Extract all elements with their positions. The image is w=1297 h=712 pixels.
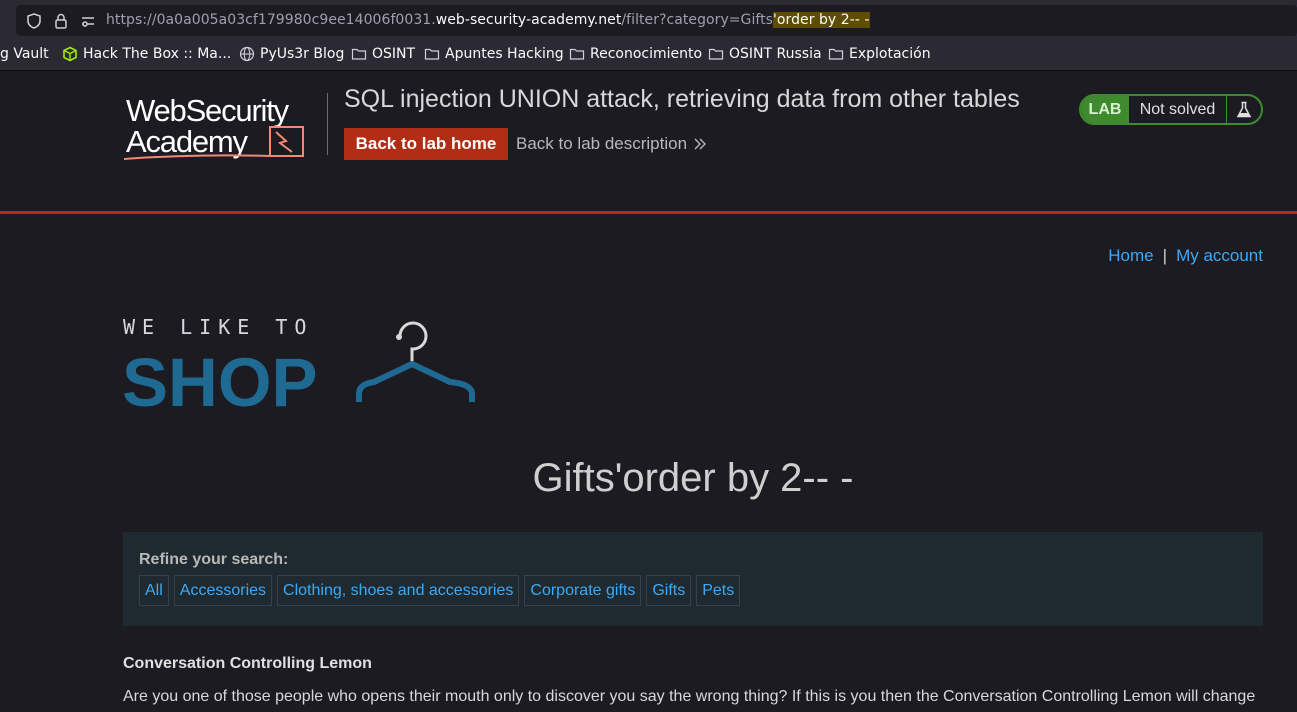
logo-divider (327, 93, 328, 155)
folder-icon (351, 48, 367, 60)
nav-separator: | (1162, 246, 1168, 265)
bookmark-label: g Vault (0, 46, 49, 62)
category-filter-pets[interactable]: Pets (696, 575, 741, 606)
shop-top-nav: Home | My account (1108, 246, 1263, 266)
double-chevron-right-icon (694, 138, 707, 150)
url-highlight: 'order by 2-- - (773, 12, 870, 28)
bookmark-label: Explotación (849, 46, 931, 62)
nav-my-account-link[interactable]: My account (1176, 246, 1263, 265)
bookmark-folder-apuntes-hacking[interactable]: Apuntes Hacking (424, 46, 564, 62)
url-text[interactable]: https://0a0a005a03cf179980c9ee14006f0031… (106, 12, 870, 28)
globe-icon (239, 46, 255, 62)
bookmark-pyus3r-blog[interactable]: PyUs3r Blog (239, 46, 344, 62)
category-title: Gifts'order by 2-- - (532, 456, 854, 500)
browser-toolbar: https://0a0a005a03cf179980c9ee14006f0031… (0, 0, 1297, 40)
lock-icon[interactable] (52, 12, 70, 30)
htb-cube-icon (63, 46, 77, 62)
bookmark-label: OSINT (372, 46, 416, 62)
folder-icon (828, 48, 844, 60)
refine-search-label: Refine your search: (139, 551, 289, 568)
bookmark-vault[interactable]: g Vault (0, 46, 49, 62)
back-to-lab-description-link[interactable]: Back to lab description (516, 134, 707, 154)
folder-icon (569, 48, 585, 60)
lab-title: SQL injection UNION attack, retrieving d… (344, 85, 1020, 113)
we-like-to-shop-logo: WE LIKE TO SHOP (122, 316, 475, 411)
url-host: web-security-academy.net (435, 12, 622, 28)
bookmark-folder-osint-russia[interactable]: OSINT Russia (708, 46, 822, 62)
category-filter-gifts[interactable]: Gifts (646, 575, 692, 606)
bookmark-label: OSINT Russia (729, 46, 822, 62)
category-filter-accessories[interactable]: Accessories (173, 575, 273, 606)
url-prefix: https://0a0a005a03cf179980c9ee14006f0031… (106, 12, 436, 28)
bookmark-folder-explotacion[interactable]: Explotación (828, 46, 931, 62)
logo-line-1: WebSecurity (126, 93, 290, 128)
lab-tag: LAB (1081, 96, 1129, 123)
product-description: Are you one of those people who opens th… (123, 688, 1256, 705)
back-to-lab-home-button[interactable]: Back to lab home (344, 128, 508, 160)
flask-icon (1227, 96, 1261, 123)
url-bar[interactable]: https://0a0a005a03cf179980c9ee14006f0031… (16, 5, 1297, 36)
nav-home-link[interactable]: Home (1108, 246, 1153, 265)
category-filter-list: All Accessories Clothing, shoes and acce… (139, 575, 741, 606)
filter-panel: Refine your search: All Accessories Clot… (123, 532, 1263, 626)
url-path: /filter?category=Gifts (621, 12, 774, 28)
logo-line-2: Academy (126, 124, 249, 159)
bookmark-label: Reconocimiento (590, 46, 703, 62)
lab-status-badge: LAB Not solved (1079, 94, 1263, 125)
category-filter-corporate-gifts[interactable]: Corporate gifts (524, 575, 642, 606)
bookmark-label: Hack The Box :: Ma... (83, 46, 232, 62)
back-to-lab-description-label: Back to lab description (516, 134, 688, 153)
bookmark-label: Apuntes Hacking (445, 46, 564, 62)
permissions-icon[interactable] (79, 12, 97, 30)
logo-shop-word: SHOP (122, 344, 318, 411)
bookmark-folder-reconocimiento[interactable]: Reconocimiento (569, 46, 702, 62)
shield-icon[interactable] (25, 12, 43, 30)
bookmark-label: PyUs3r Blog (260, 46, 345, 62)
bookmark-hackthebox[interactable]: Hack The Box :: Ma... (62, 46, 231, 62)
category-filter-all[interactable]: All (139, 575, 169, 606)
academy-header: WebSecurity Academy SQL injection UNION … (0, 71, 1297, 214)
folder-icon (708, 48, 724, 60)
bookmark-folder-osint[interactable]: OSINT (351, 46, 415, 62)
logo-tagline: WE LIKE TO (123, 316, 313, 339)
folder-icon (424, 48, 440, 60)
bookmarks-toolbar: g Vault Hack The Box :: Ma... PyUs3r Blo… (0, 40, 1297, 71)
product-name: Conversation Controlling Lemon (123, 655, 372, 672)
lab-status-text: Not solved (1129, 96, 1227, 123)
category-filter-clothing[interactable]: Clothing, shoes and accessories (277, 575, 520, 606)
web-security-academy-logo[interactable]: WebSecurity Academy (124, 91, 324, 163)
